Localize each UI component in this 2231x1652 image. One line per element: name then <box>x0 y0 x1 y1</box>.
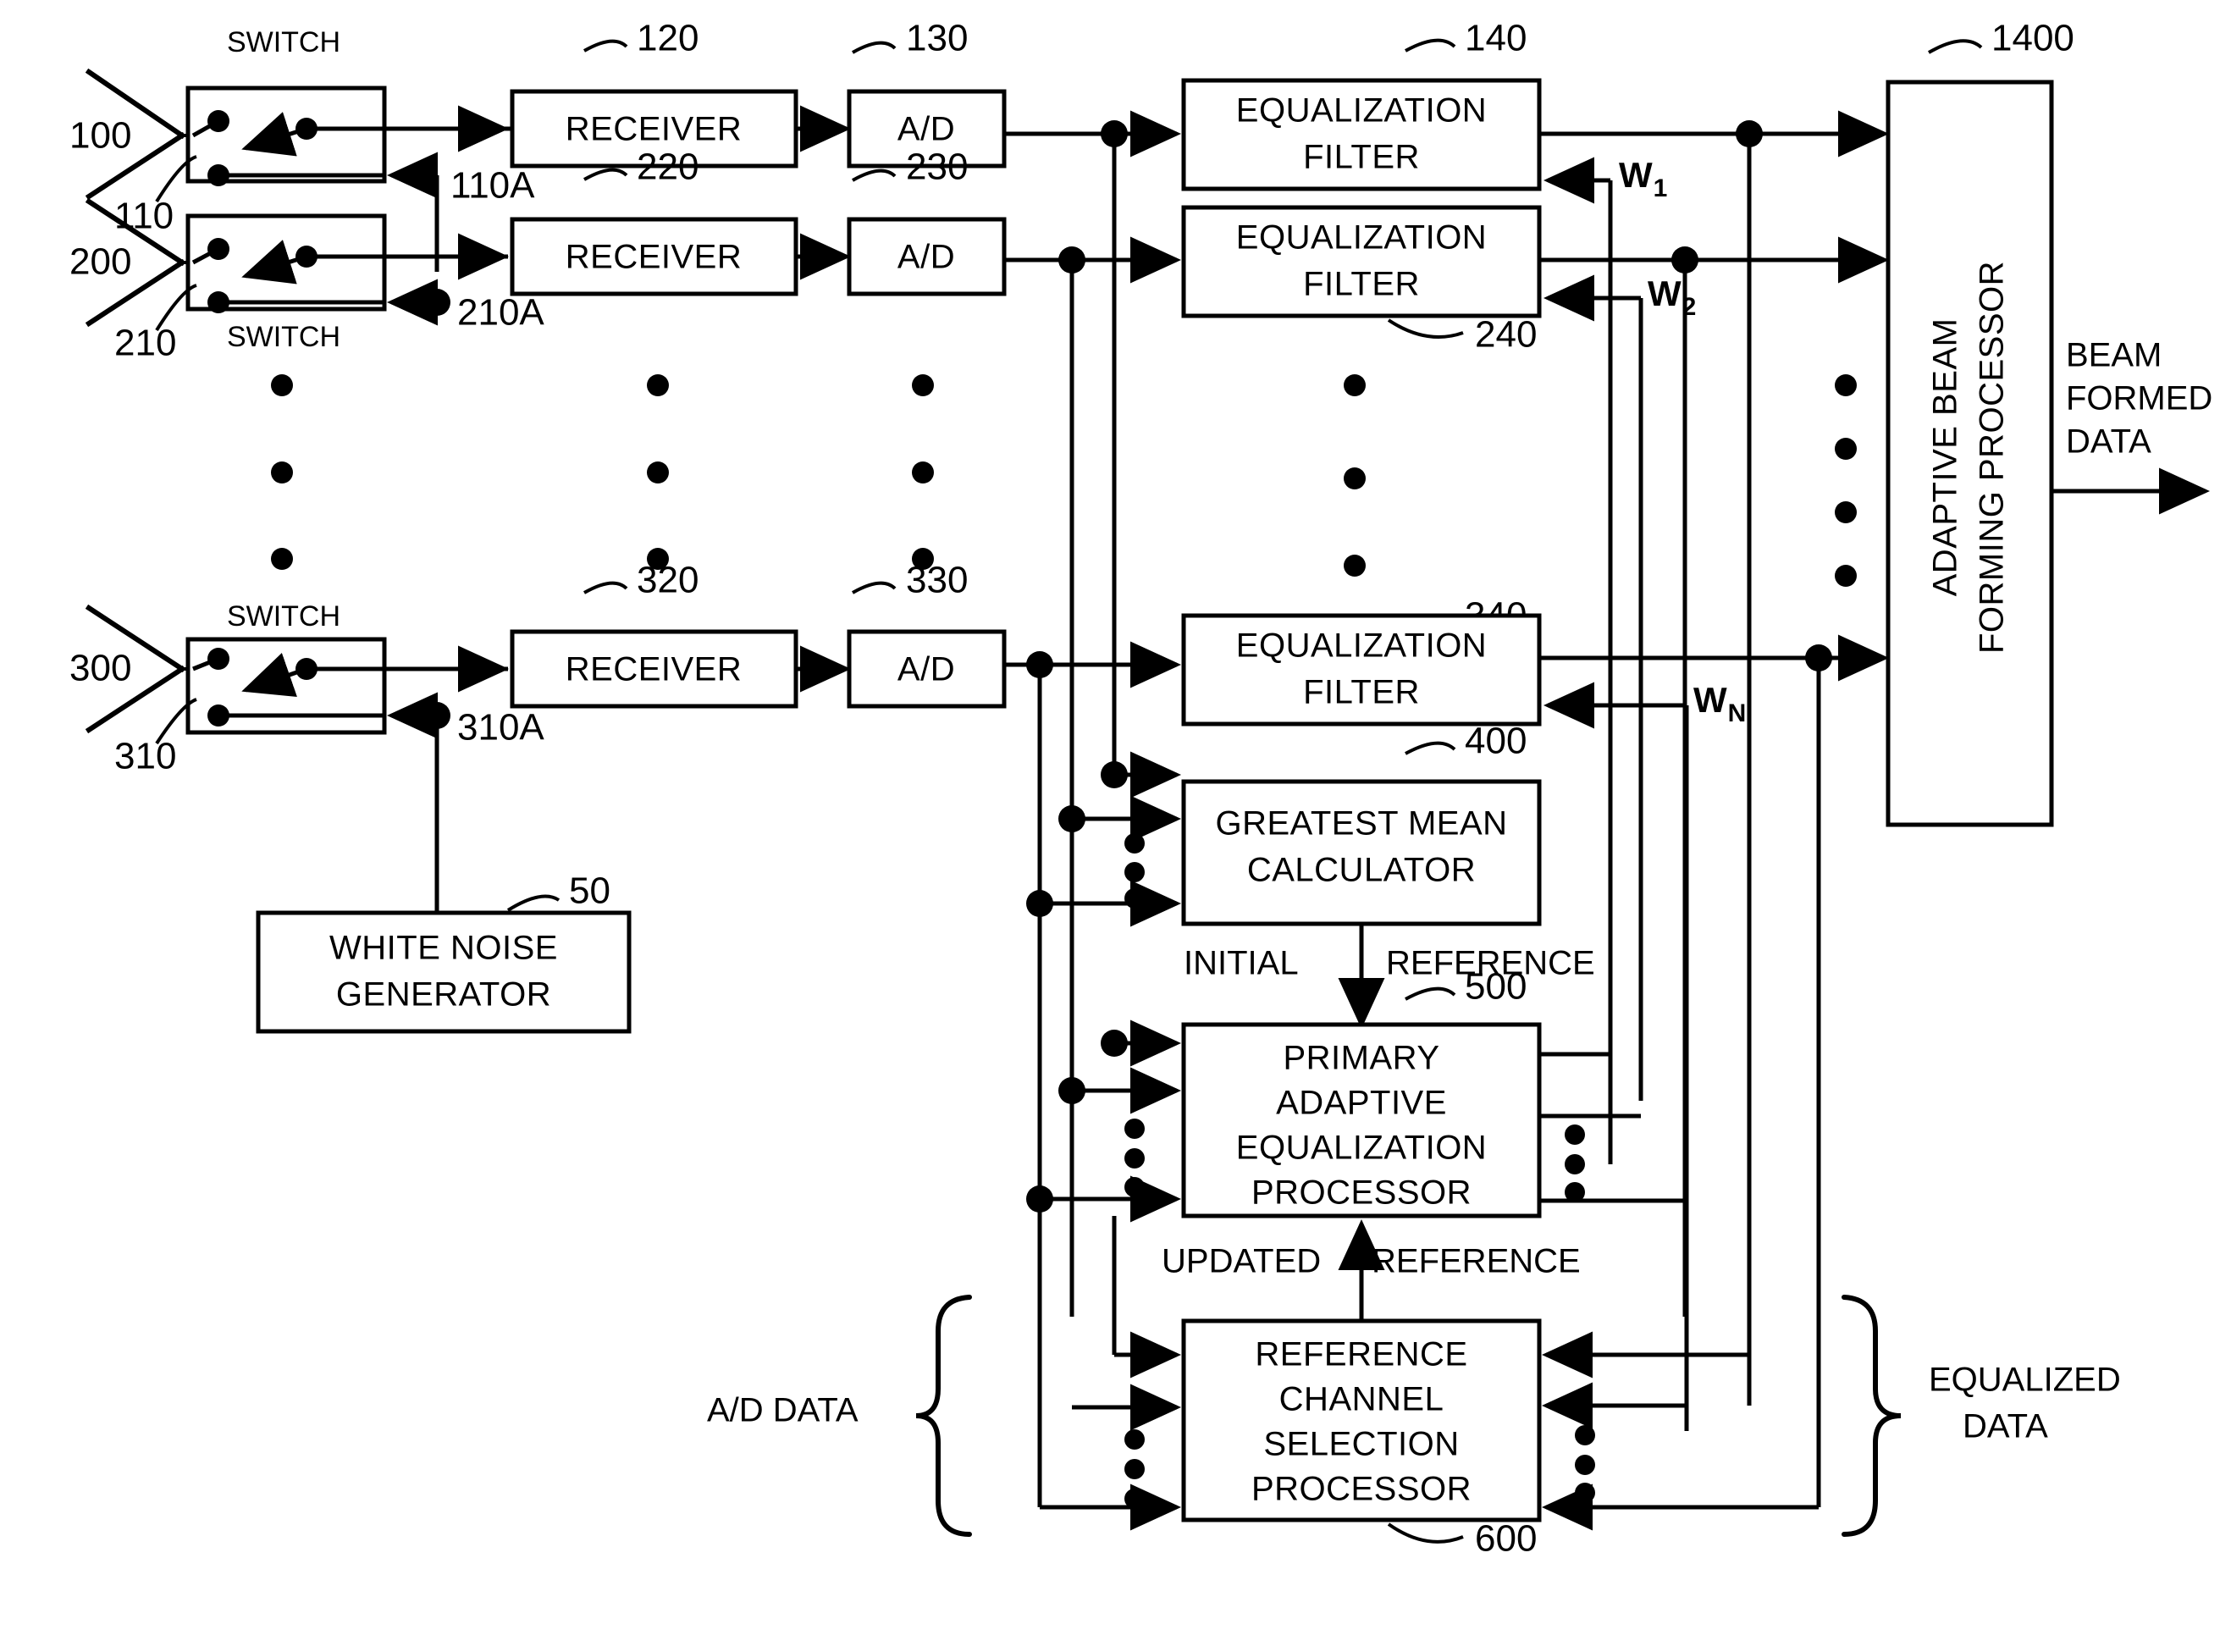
receiver-ref-320: 320 <box>637 560 699 601</box>
ref-lead-130 <box>852 41 897 54</box>
receiver-label-2: RECEIVER <box>566 239 743 276</box>
ad-data-brace <box>915 1295 972 1537</box>
switch-label-3: SWITCH <box>227 600 340 633</box>
weight-label-1: W1 <box>1619 155 1667 202</box>
equalized-data-label-2: DATA <box>1963 1408 2048 1445</box>
beam-formed-label-3: DATA <box>2066 423 2151 461</box>
noise-tap-label-310A: 310A <box>457 707 544 749</box>
paep-label-2: ADAPTIVE <box>1276 1085 1447 1122</box>
vertical-ellipsis-adcs <box>912 374 934 570</box>
ref-lead-50 <box>506 894 561 912</box>
paep-label-1: PRIMARY <box>1283 1040 1439 1077</box>
noise-port-label-310: 310 <box>114 736 176 777</box>
ref-lead-500 <box>1405 986 1456 1001</box>
weight-label-2: W2 <box>1648 273 1696 321</box>
adc-ref-330: 330 <box>906 560 968 601</box>
updated-reference-label-b: REFERENCE <box>1372 1243 1581 1280</box>
ref-lead-140 <box>1405 38 1456 52</box>
vertical-ellipsis-filters <box>1344 374 1366 577</box>
noise-tap-label-210A: 210A <box>457 292 544 334</box>
noise-tap-dot-2 <box>423 289 450 316</box>
receiver-ref-220: 220 <box>637 146 699 188</box>
ref-lead-400 <box>1405 741 1456 755</box>
beam-formed-label-1: BEAM <box>2066 337 2162 374</box>
vertical-ellipsis-antennas <box>271 374 293 570</box>
equalized-data-brace <box>1842 1295 1902 1537</box>
gmc-label-1: GREATEST MEAN <box>1215 805 1507 843</box>
ref-lead-600 <box>1387 1522 1464 1544</box>
filter-label-1a: EQUALIZATION <box>1236 92 1487 130</box>
noise-port-label-210: 210 <box>114 323 176 364</box>
receiver-label-3: RECEIVER <box>566 651 743 688</box>
filter-ref-240: 240 <box>1475 314 1537 356</box>
filter-ref-140: 140 <box>1465 18 1527 59</box>
adc-label-1: A/D <box>897 111 955 148</box>
vertical-ellipsis-receivers <box>647 374 669 570</box>
paep-output-ellipsis <box>1565 1124 1585 1202</box>
rcsp-label-1: REFERENCE <box>1255 1336 1467 1373</box>
updated-reference-label-a: UPDATED <box>1162 1243 1321 1280</box>
vertical-ellipsis-eqdata <box>1835 374 1857 587</box>
beamformer-box <box>1886 80 2054 827</box>
rcsp-ref: 600 <box>1475 1518 1537 1560</box>
filter-label-1b: FILTER <box>1303 139 1420 176</box>
beamformer-label-1: ADAPTIVE BEAM <box>1927 318 1964 597</box>
adc-ref-130: 130 <box>906 18 968 59</box>
antenna-label-300: 300 <box>69 648 131 689</box>
rcsp-input-ellipsis <box>1124 1429 1145 1509</box>
equalized-data-label-1: EQUALIZED <box>1929 1362 2121 1399</box>
ref-lead-120 <box>583 39 628 52</box>
receiver-ref-120: 120 <box>637 18 699 59</box>
antenna-label-200: 200 <box>69 241 131 283</box>
white-noise-label-1: WHITE NOISE <box>329 930 558 967</box>
adc-label-2: A/D <box>897 239 955 276</box>
block-diagram-svg: 100 SWITCH 110 110A 120 RECEIVER 130 A/D… <box>69 18 2212 1560</box>
noise-tap-label-110A: 110A <box>450 165 535 207</box>
gmc-input-ellipsis <box>1124 833 1145 909</box>
beamformer-ref: 1400 <box>1991 18 2074 59</box>
switch-label-1: SWITCH <box>227 26 340 58</box>
paep-ref: 500 <box>1465 966 1527 1008</box>
initial-reference-label-a: INITIAL <box>1184 945 1299 982</box>
rcsp-label-3: SELECTION <box>1263 1426 1459 1463</box>
ref-lead-220 <box>583 168 628 181</box>
beamformer-label-2: FORMING PROCESSOR <box>1974 261 2011 654</box>
filter-label-3b: FILTER <box>1303 674 1420 711</box>
receiver-label-1: RECEIVER <box>566 111 743 148</box>
adc-label-3: A/D <box>897 651 955 688</box>
paep-label-3: EQUALIZATION <box>1236 1130 1487 1167</box>
paep-input-ellipsis <box>1124 1119 1145 1197</box>
filter-label-2a: EQUALIZATION <box>1236 219 1487 257</box>
noise-port-label-110: 110 <box>114 196 174 237</box>
paep-label-4: PROCESSOR <box>1251 1174 1472 1212</box>
beam-formed-label-2: FORMED <box>2066 380 2212 417</box>
antenna-label-100: 100 <box>69 115 131 157</box>
ref-lead-330 <box>852 581 897 594</box>
filter-label-2b: FILTER <box>1303 266 1420 303</box>
white-noise-label-2: GENERATOR <box>336 976 551 1014</box>
switch-label-2: SWITCH <box>227 321 340 353</box>
rcsp-eq-input-ellipsis <box>1575 1425 1595 1503</box>
patent-figure-canvas: 100 SWITCH 110 110A 120 RECEIVER 130 A/D… <box>0 0 2231 1652</box>
adc-ref-230: 230 <box>906 146 968 188</box>
rcsp-label-4: PROCESSOR <box>1251 1471 1472 1508</box>
ad-data-label: A/D DATA <box>707 1392 859 1429</box>
ref-lead-230 <box>852 169 897 182</box>
filter-label-3a: EQUALIZATION <box>1236 627 1487 665</box>
gmc-label-2: CALCULATOR <box>1247 852 1476 889</box>
ref-lead-320 <box>583 581 628 594</box>
weight-label-3: WN <box>1693 680 1746 727</box>
gmc-ref: 400 <box>1465 721 1527 762</box>
ref-lead-1400 <box>1928 39 1983 54</box>
rcsp-label-2: CHANNEL <box>1279 1381 1444 1418</box>
white-noise-ref: 50 <box>569 870 610 912</box>
